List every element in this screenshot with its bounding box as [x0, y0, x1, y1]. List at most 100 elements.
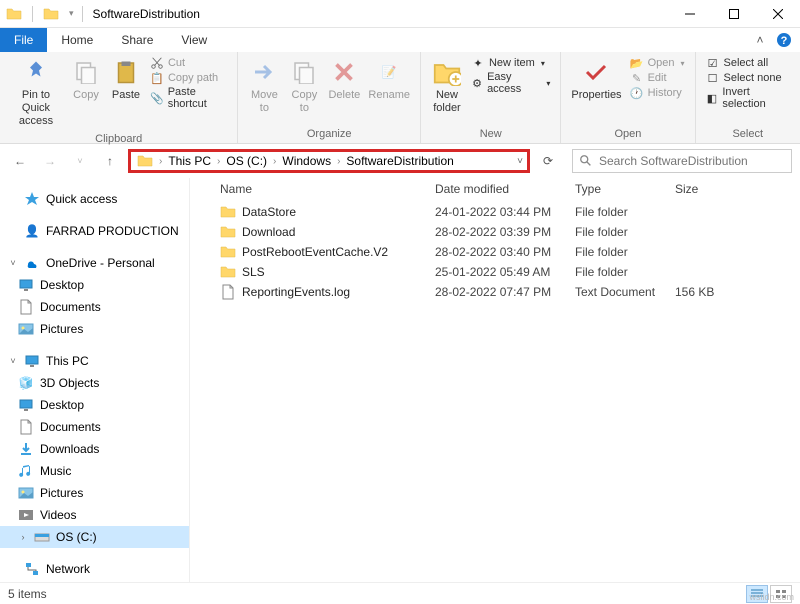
new-item-button[interactable]: ✦New item▾	[471, 56, 550, 70]
file-name: ReportingEvents.log	[242, 285, 435, 299]
sidebar-item-desktop[interactable]: Desktop	[0, 394, 189, 416]
file-size: 156 KB	[675, 285, 755, 299]
recent-locations-button[interactable]: ˅	[68, 149, 92, 173]
file-row[interactable]: DataStore24-01-2022 03:44 PMFile folder	[190, 202, 800, 222]
col-size[interactable]: Size	[675, 182, 755, 196]
open-group-label: Open	[567, 126, 688, 143]
paste-shortcut-button[interactable]: 📎Paste shortcut	[150, 86, 227, 110]
chevron-right-icon[interactable]: ›	[335, 156, 342, 167]
minimize-ribbon-button[interactable]: ˄	[748, 28, 772, 52]
tab-home[interactable]: Home	[47, 28, 107, 52]
sidebar-item-3d[interactable]: 🧊3D Objects	[0, 372, 189, 394]
breadcrumb-drive[interactable]: OS (C:)	[222, 154, 271, 168]
sidebar-item-pictures[interactable]: Pictures	[0, 482, 189, 504]
chevron-right-icon[interactable]: ›	[215, 156, 222, 167]
sidebar-item-od-pictures[interactable]: Pictures	[0, 318, 189, 340]
delete-button[interactable]: Delete	[324, 54, 364, 104]
copy-button[interactable]: Copy	[66, 54, 106, 104]
breadcrumb-current[interactable]: SoftwareDistribution	[342, 154, 457, 168]
minimize-button[interactable]	[668, 0, 712, 28]
close-button[interactable]	[756, 0, 800, 28]
sidebar-item-od-desktop[interactable]: Desktop	[0, 274, 189, 296]
tab-file[interactable]: File	[0, 28, 47, 52]
forward-button[interactable]: →	[38, 149, 62, 173]
breadcrumb-thispc[interactable]: This PC	[164, 154, 215, 168]
open-button[interactable]: 📂Open▾	[630, 56, 685, 70]
copy-to-button[interactable]: Copy to	[284, 54, 324, 117]
watermark: wsiidn.com	[749, 592, 794, 602]
sidebar-item-od-documents[interactable]: Documents	[0, 296, 189, 318]
tab-share[interactable]: Share	[107, 28, 167, 52]
file-list: Name Date modified Type Size DataStore24…	[190, 178, 800, 582]
sidebar-item-farrad[interactable]: 👤FARRAD PRODUCTION	[0, 220, 189, 242]
chevron-right-icon[interactable]: ›	[157, 156, 164, 167]
new-folder-button[interactable]: New folder	[427, 54, 467, 117]
move-to-button[interactable]: Move to	[244, 54, 284, 117]
help-button[interactable]	[772, 28, 796, 52]
file-date: 28-02-2022 07:47 PM	[435, 285, 575, 299]
search-box[interactable]	[572, 149, 792, 173]
sidebar-item-quick-access[interactable]: Quick access	[0, 188, 189, 210]
search-icon	[579, 154, 593, 168]
select-none-button[interactable]: ☐Select none	[706, 71, 791, 85]
file-row[interactable]: Download28-02-2022 03:39 PMFile folder	[190, 222, 800, 242]
file-row[interactable]: SLS25-01-2022 05:49 AMFile folder	[190, 262, 800, 282]
history-button[interactable]: 🕐History	[630, 86, 685, 100]
qat-separator	[32, 6, 33, 22]
file-row[interactable]: PostRebootEventCache.V228-02-2022 03:40 …	[190, 242, 800, 262]
folder-icon	[220, 224, 236, 240]
maximize-button[interactable]	[712, 0, 756, 28]
cut-button[interactable]: Cut	[150, 56, 227, 70]
rename-button[interactable]: 📝Rename	[364, 54, 414, 104]
ribbon-group-clipboard: Pin to Quick access Copy Paste Cut 📋Copy…	[0, 52, 238, 143]
qat-separator	[82, 6, 83, 22]
col-name[interactable]: Name	[220, 182, 435, 196]
sidebar-item-downloads[interactable]: Downloads	[0, 438, 189, 460]
qat-dropdown-icon[interactable]: ▾	[65, 8, 78, 19]
sidebar-item-onedrive[interactable]: ˅OneDrive - Personal	[0, 252, 189, 274]
invert-selection-button[interactable]: ◧Invert selection	[706, 86, 791, 110]
sidebar-item-network[interactable]: Network	[0, 558, 189, 580]
sidebar-item-documents[interactable]: Documents	[0, 416, 189, 438]
paste-shortcut-label: Paste shortcut	[168, 86, 228, 110]
file-date: 24-01-2022 03:44 PM	[435, 205, 575, 219]
ribbon-group-open: Properties 📂Open▾ ✎Edit 🕐History Open	[561, 52, 695, 143]
sidebar-item-videos[interactable]: Videos	[0, 504, 189, 526]
tab-view[interactable]: View	[167, 28, 221, 52]
address-bar: ← → ˅ ↑ › This PC › OS (C:) › Windows › …	[0, 144, 800, 178]
new-group-label: New	[427, 126, 554, 143]
folder-icon	[6, 6, 22, 22]
menubar: File Home Share View ˄	[0, 28, 800, 52]
pin-quick-access-button[interactable]: Pin to Quick access	[6, 54, 66, 131]
copy-path-button[interactable]: 📋Copy path	[150, 71, 227, 85]
col-type[interactable]: Type	[575, 182, 675, 196]
file-date: 28-02-2022 03:40 PM	[435, 245, 575, 259]
file-row[interactable]: ReportingEvents.log28-02-2022 07:47 PMTe…	[190, 282, 800, 302]
file-name: DataStore	[242, 205, 435, 219]
col-date[interactable]: Date modified	[435, 182, 575, 196]
back-button[interactable]: ←	[8, 149, 32, 173]
paste-button[interactable]: Paste	[106, 54, 146, 104]
content-area: Quick access 👤FARRAD PRODUCTION ˅OneDriv…	[0, 178, 800, 582]
chevron-down-icon[interactable]: ˅	[517, 156, 523, 167]
breadcrumb-windows[interactable]: Windows	[278, 154, 335, 168]
chevron-right-icon[interactable]: ›	[271, 156, 278, 167]
sidebar-item-thispc[interactable]: ˅This PC	[0, 350, 189, 372]
select-all-button[interactable]: ☑Select all	[706, 56, 791, 70]
ribbon: Pin to Quick access Copy Paste Cut 📋Copy…	[0, 52, 800, 144]
edit-button[interactable]: ✎Edit	[630, 71, 685, 85]
properties-button[interactable]: Properties	[567, 54, 625, 104]
ribbon-group-select: ☑Select all ☐Select none ◧Invert selecti…	[696, 52, 800, 143]
file-type: File folder	[575, 265, 675, 279]
up-button[interactable]: ↑	[98, 149, 122, 173]
sidebar-item-music[interactable]: Music	[0, 460, 189, 482]
ribbon-group-new: New folder ✦New item▾ ⚙Easy access▾ New	[421, 52, 561, 143]
copy-path-label: Copy path	[168, 72, 218, 84]
status-bar: 5 items	[0, 582, 800, 604]
refresh-button[interactable]: ⟳	[536, 149, 560, 173]
breadcrumb[interactable]: › This PC › OS (C:) › Windows › Software…	[128, 149, 530, 173]
easy-access-button[interactable]: ⚙Easy access▾	[471, 71, 550, 95]
clipboard-group-label: Clipboard	[6, 131, 231, 148]
sidebar-item-os-drive[interactable]: ›OS (C:)	[0, 526, 189, 548]
search-input[interactable]	[599, 154, 785, 168]
